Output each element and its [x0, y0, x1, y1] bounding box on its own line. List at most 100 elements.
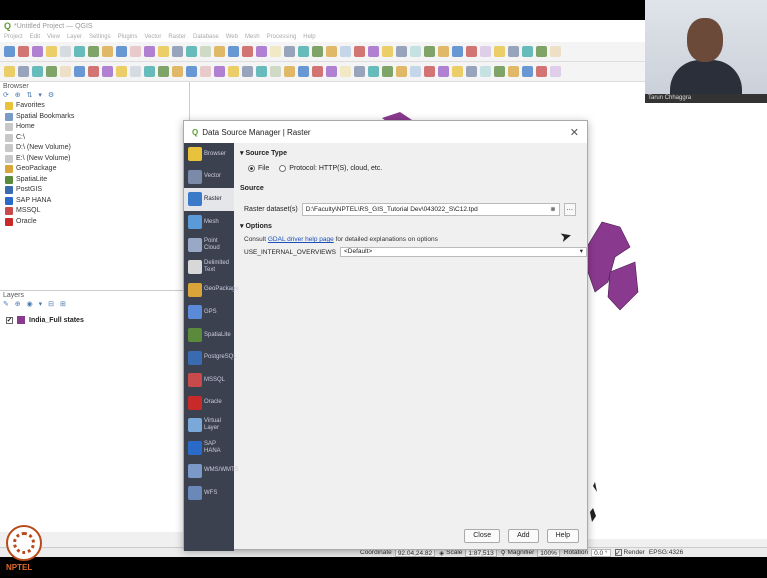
radio-protocol-label[interactable]: Protocol: HTTP(S), cloud, etc. — [289, 165, 382, 172]
toolbar-tool-icon[interactable] — [480, 46, 491, 57]
crs-button[interactable]: EPSG:4326 — [649, 549, 683, 556]
browser-item[interactable]: Favorites — [0, 101, 189, 112]
menu-item-processing[interactable]: Processing — [267, 34, 297, 40]
browser-item[interactable]: SAP HANA — [0, 196, 189, 207]
toolbar-tool-icon[interactable] — [354, 66, 365, 77]
toolbar-tool-icon[interactable] — [144, 66, 155, 77]
toolbar-tool-icon[interactable] — [368, 46, 379, 57]
toolbar-tool-icon[interactable] — [284, 66, 295, 77]
menu-item-plugins[interactable]: Plugins — [118, 34, 138, 40]
toolbar-tool-icon[interactable] — [550, 66, 561, 77]
toolbar-tool-icon[interactable] — [130, 66, 141, 77]
toolbar-tool-icon[interactable] — [102, 66, 113, 77]
toolbar-tool-icon[interactable] — [256, 66, 267, 77]
layer-row[interactable]: ✓ India_Full states — [0, 316, 189, 324]
menu-item-edit[interactable]: Edit — [30, 34, 40, 40]
toolbar-tool-icon[interactable] — [494, 46, 505, 57]
toolbar-tool-icon[interactable] — [466, 46, 477, 57]
toolbar-tool-icon[interactable] — [46, 66, 57, 77]
menu-item-help[interactable]: Help — [303, 34, 315, 40]
browser-item[interactable]: D:\ (New Volume) — [0, 143, 189, 154]
toolbar-tool-icon[interactable] — [452, 46, 463, 57]
dialog-sidebar-item[interactable]: Browser — [184, 143, 234, 166]
browser-panel-toolbar[interactable]: ⟳ ⊕ ⇅ ▾ ⚙ — [0, 91, 189, 101]
toolbar-tool-icon[interactable] — [88, 66, 99, 77]
toolbar-tool-icon[interactable] — [340, 66, 351, 77]
toolbar-tool-icon[interactable] — [74, 46, 85, 57]
toolbar-tool-icon[interactable] — [158, 46, 169, 57]
toolbar-tool-icon[interactable] — [508, 66, 519, 77]
radio-file[interactable] — [248, 164, 255, 172]
menu-item-project[interactable]: Project — [4, 34, 23, 40]
toolbar-tool-icon[interactable] — [522, 66, 533, 77]
dialog-sidebar-item[interactable]: Mesh — [184, 211, 234, 234]
toolbar-tool-icon[interactable] — [396, 66, 407, 77]
toolbar-tool-icon[interactable] — [466, 66, 477, 77]
toolbar-tool-icon[interactable] — [228, 46, 239, 57]
dialog-sidebar-item[interactable]: Vector — [184, 166, 234, 189]
dialog-sidebar-item[interactable]: GeoPackage — [184, 279, 239, 302]
toolbar-tool-icon[interactable] — [438, 46, 449, 57]
dialog-sidebar-item[interactable]: SpatiaLite — [184, 324, 234, 347]
toolbar-tool-icon[interactable] — [270, 66, 281, 77]
browser-item[interactable]: C:\ — [0, 133, 189, 144]
toolbar-tool-icon[interactable] — [18, 46, 29, 57]
toolbar-tool-icon[interactable] — [536, 46, 547, 57]
menu-item-database[interactable]: Database — [193, 34, 219, 40]
toolbar-tool-icon[interactable] — [88, 46, 99, 57]
raster-dataset-input[interactable]: D:\Faculty\NPTEL\RS_GIS_Tutorial Dev\043… — [301, 202, 560, 216]
toolbar-tool-icon[interactable] — [284, 46, 295, 57]
dialog-sidebar-item[interactable]: SAP HANA — [184, 437, 234, 460]
toolbar-tool-icon[interactable] — [326, 66, 337, 77]
toolbar-tool-icon[interactable] — [256, 46, 267, 57]
clear-icon[interactable]: ⊗ — [550, 204, 555, 215]
radio-protocol[interactable] — [279, 164, 287, 172]
toolbar-tool-icon[interactable] — [494, 66, 505, 77]
layers-panel-toolbar[interactable]: ✎ ⊕ ◉ ▾ ⊟ ⊞ — [0, 300, 189, 310]
toolbar-tool-icon[interactable] — [550, 46, 561, 57]
toolbar-tool-icon[interactable] — [228, 66, 239, 77]
browser-item[interactable]: SpatiaLite — [0, 175, 189, 186]
dialog-sidebar-item[interactable]: Point Cloud — [184, 233, 234, 256]
browser-item[interactable]: Spatial Bookmarks — [0, 112, 189, 123]
toolbar-tool-icon[interactable] — [46, 46, 57, 57]
toolbar-tool-icon[interactable] — [326, 46, 337, 57]
toolbar-tool-icon[interactable] — [60, 46, 71, 57]
browser-item[interactable]: Oracle — [0, 217, 189, 228]
render-checkbox[interactable]: ✓ — [614, 549, 622, 557]
layer-name[interactable]: India_Full states — [29, 317, 84, 324]
dialog-sidebar-item[interactable]: Raster — [184, 188, 234, 211]
toolbar-tool-icon[interactable] — [452, 66, 463, 77]
toolbar-tool-icon[interactable] — [158, 66, 169, 77]
toolbar-tool-icon[interactable] — [508, 46, 519, 57]
toolbar-tool-icon[interactable] — [116, 66, 127, 77]
toolbar-tool-icon[interactable] — [242, 46, 253, 57]
toolbar-tool-icon[interactable] — [18, 66, 29, 77]
toolbar-tool-icon[interactable] — [536, 66, 547, 77]
toolbar-tool-icon[interactable] — [4, 66, 15, 77]
toolbar-tool-icon[interactable] — [438, 66, 449, 77]
toolbar-tool-icon[interactable] — [214, 46, 225, 57]
overviews-select[interactable]: <Default> ▾ — [340, 247, 587, 257]
menu-item-view[interactable]: View — [47, 34, 60, 40]
toolbar-tool-icon[interactable] — [340, 46, 351, 57]
dialog-sidebar-item[interactable]: GPS — [184, 301, 234, 324]
toolbar-tool-icon[interactable] — [410, 66, 421, 77]
browser-item[interactable]: E:\ (New Volume) — [0, 154, 189, 165]
toolbar-tool-icon[interactable] — [130, 46, 141, 57]
browse-button[interactable]: … — [563, 202, 576, 216]
toolbar-tool-icon[interactable] — [200, 46, 211, 57]
toolbar-tool-icon[interactable] — [382, 46, 393, 57]
toolbar-tool-icon[interactable] — [172, 46, 183, 57]
dialog-sidebar-item[interactable]: Oracle — [184, 392, 234, 415]
toolbar-tool-icon[interactable] — [144, 46, 155, 57]
toolbar-tool-icon[interactable] — [368, 66, 379, 77]
radio-file-label[interactable]: File — [258, 165, 269, 172]
gdal-help-link[interactable]: GDAL driver help page — [268, 236, 334, 243]
browser-item[interactable]: PostGIS — [0, 185, 189, 196]
close-button[interactable]: Close — [464, 529, 501, 543]
toolbar-tool-icon[interactable] — [32, 66, 43, 77]
toolbar-tool-icon[interactable] — [214, 66, 225, 77]
toolbar-tool-icon[interactable] — [424, 66, 435, 77]
toolbar-tool-icon[interactable] — [74, 66, 85, 77]
